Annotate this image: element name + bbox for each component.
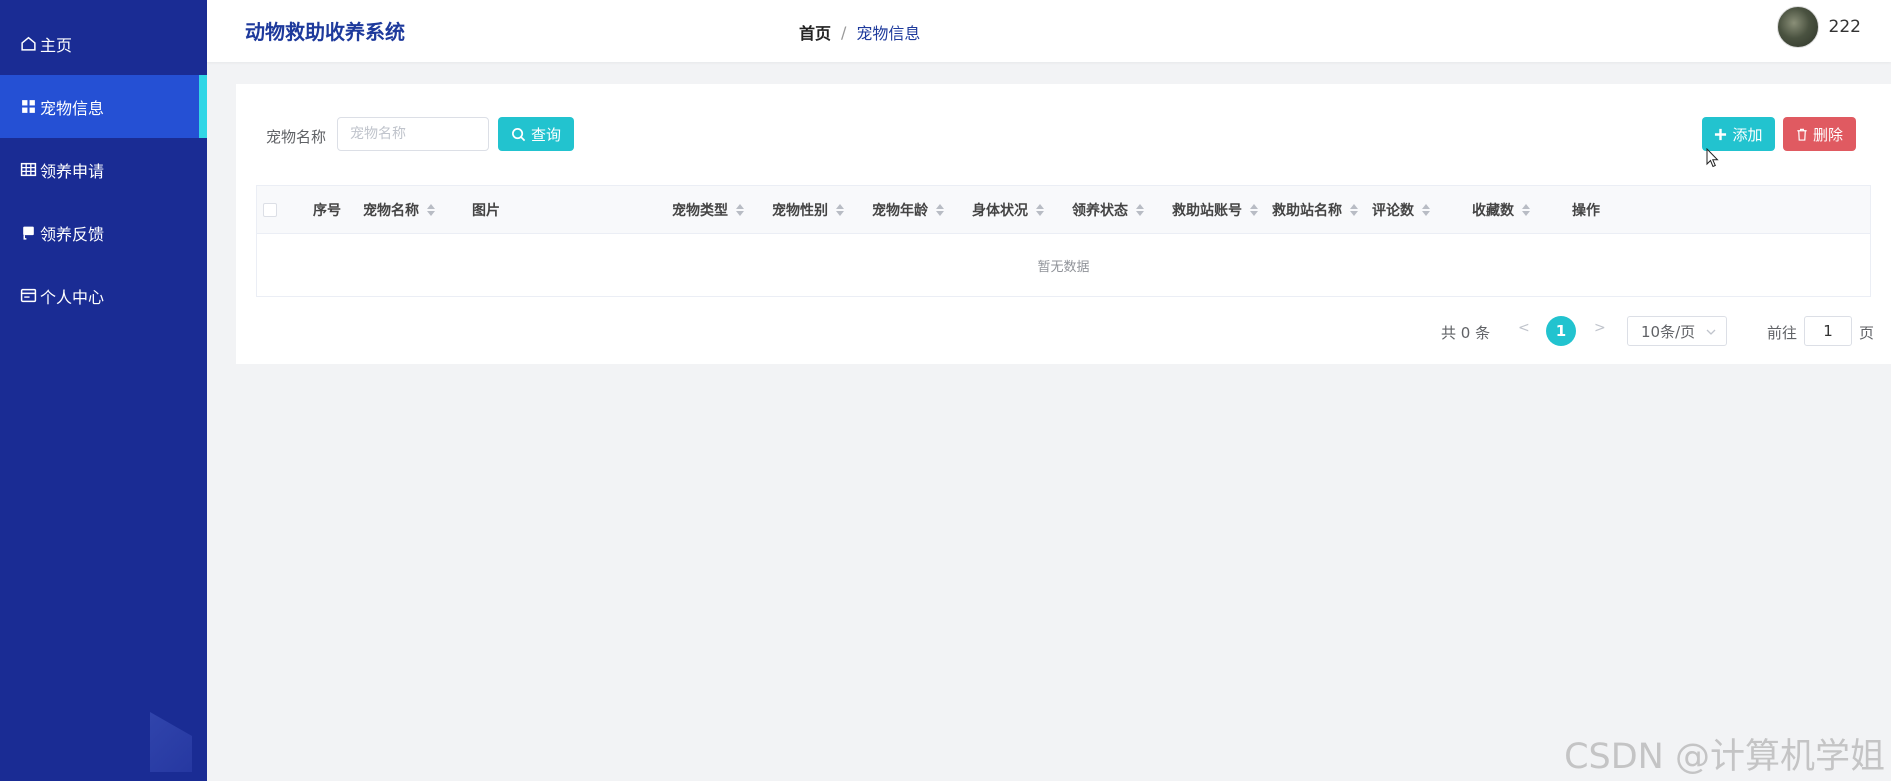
breadcrumb-home[interactable]: 首页 <box>799 20 831 44</box>
page-unit-label: 页 <box>1859 324 1875 342</box>
next-page-button[interactable]: > <box>1594 320 1606 336</box>
search-label: 宠物名称 <box>266 128 327 146</box>
content-card: 宠物名称 查询 添加 删除 序号 宠物名称 图片 宠物类型 宠物性别 宠物年龄 … <box>236 84 1891 364</box>
profile-card-icon <box>18 286 38 306</box>
pagination: 共 0 条 < 1 > 10条/页 前往 页 <box>236 316 1891 346</box>
search-button[interactable]: 查询 <box>498 117 574 151</box>
delete-button[interactable]: 删除 <box>1783 117 1856 151</box>
sidebar-decoration <box>150 712 192 772</box>
column-header[interactable]: 宠物类型 <box>672 186 744 234</box>
sort-icon[interactable] <box>1350 204 1358 216</box>
search-icon <box>512 127 526 141</box>
goto-label: 前往 <box>1767 324 1798 342</box>
watermark: CSDN @计算机学姐 <box>1564 737 1885 777</box>
goto-page-input[interactable] <box>1804 316 1852 346</box>
pet-table: 序号 宠物名称 图片 宠物类型 宠物性别 宠物年龄 身体状况 领养状态 救助站账… <box>256 185 1871 297</box>
sidebar-item-label: 领养申请 <box>40 161 105 181</box>
page-size-value: 10条/页 <box>1641 322 1696 341</box>
sort-icon[interactable] <box>1136 204 1144 216</box>
page-size-select[interactable]: 10条/页 <box>1627 316 1727 346</box>
column-header[interactable]: 宠物性别 <box>772 186 844 234</box>
mouse-cursor-icon <box>1706 148 1719 168</box>
app-title: 动物救助收养系统 <box>245 20 405 44</box>
home-icon <box>18 34 38 54</box>
grid-icon <box>18 97 38 117</box>
column-header: 图片 <box>472 203 500 219</box>
breadcrumb-current: 宠物信息 <box>856 24 921 43</box>
column-header[interactable]: 评论数 <box>1372 186 1430 234</box>
column-header: 操作 <box>1572 203 1600 219</box>
sidebar: 主页 宠物信息 领养申请 领养反馈 个人中心 <box>0 0 207 781</box>
sort-icon[interactable] <box>936 204 944 216</box>
table-icon <box>18 160 38 180</box>
sidebar-item-label: 宠物信息 <box>40 98 105 118</box>
sidebar-item-pet-info[interactable]: 宠物信息 <box>0 75 207 138</box>
column-header[interactable]: 救助站账号 <box>1172 186 1258 234</box>
sort-icon[interactable] <box>1422 204 1430 216</box>
sidebar-item-profile[interactable]: 个人中心 <box>0 264 207 327</box>
sidebar-item-label: 主页 <box>40 35 73 55</box>
avatar[interactable] <box>1776 6 1819 48</box>
add-button[interactable]: 添加 <box>1702 117 1775 151</box>
breadcrumb-separator: / <box>841 22 847 42</box>
sort-icon[interactable] <box>1250 204 1258 216</box>
user-menu[interactable]: 222 <box>1776 6 1861 48</box>
sort-icon[interactable] <box>736 204 744 216</box>
column-header[interactable]: 救助站名称 <box>1272 186 1358 234</box>
column-header[interactable]: 收藏数 <box>1472 186 1530 234</box>
column-header[interactable]: 宠物年龄 <box>872 186 944 234</box>
select-all-checkbox[interactable] <box>263 203 277 217</box>
trash-icon <box>1797 128 1807 141</box>
sidebar-item-label: 个人中心 <box>40 287 105 307</box>
sidebar-item-adoption-feedback[interactable]: 领养反馈 <box>0 201 207 264</box>
sort-icon[interactable] <box>427 204 435 216</box>
plus-icon <box>1715 128 1727 140</box>
table-header: 序号 宠物名称 图片 宠物类型 宠物性别 宠物年龄 身体状况 领养状态 救助站账… <box>257 186 1870 234</box>
sort-icon[interactable] <box>836 204 844 216</box>
column-header[interactable]: 身体状况 <box>972 186 1044 234</box>
pet-name-search-input[interactable] <box>337 117 489 151</box>
sidebar-item-label: 领养反馈 <box>40 224 105 244</box>
top-header: 动物救助收养系统 首页 / 宠物信息 222 <box>207 0 1891 62</box>
search-button-label: 查询 <box>530 125 561 144</box>
delete-button-label: 删除 <box>1812 125 1843 144</box>
sort-icon[interactable] <box>1036 204 1044 216</box>
username[interactable]: 222 <box>1829 17 1861 37</box>
sidebar-item-adoption-apply[interactable]: 领养申请 <box>0 138 207 201</box>
breadcrumb: 首页 / 宠物信息 <box>799 20 920 44</box>
chat-icon <box>18 223 38 243</box>
empty-state-text: 暂无数据 <box>1037 259 1090 275</box>
column-header[interactable]: 宠物名称 <box>363 186 435 234</box>
pagination-total: 共 0 条 <box>1441 324 1491 342</box>
prev-page-button[interactable]: < <box>1518 320 1530 336</box>
column-header[interactable]: 领养状态 <box>1072 186 1144 234</box>
sidebar-item-home[interactable]: 主页 <box>0 12 207 75</box>
sort-icon[interactable] <box>1522 204 1530 216</box>
page-number-button[interactable]: 1 <box>1546 316 1576 346</box>
chevron-down-icon <box>1706 329 1716 335</box>
column-header: 序号 <box>313 203 341 219</box>
add-button-label: 添加 <box>1732 125 1763 144</box>
